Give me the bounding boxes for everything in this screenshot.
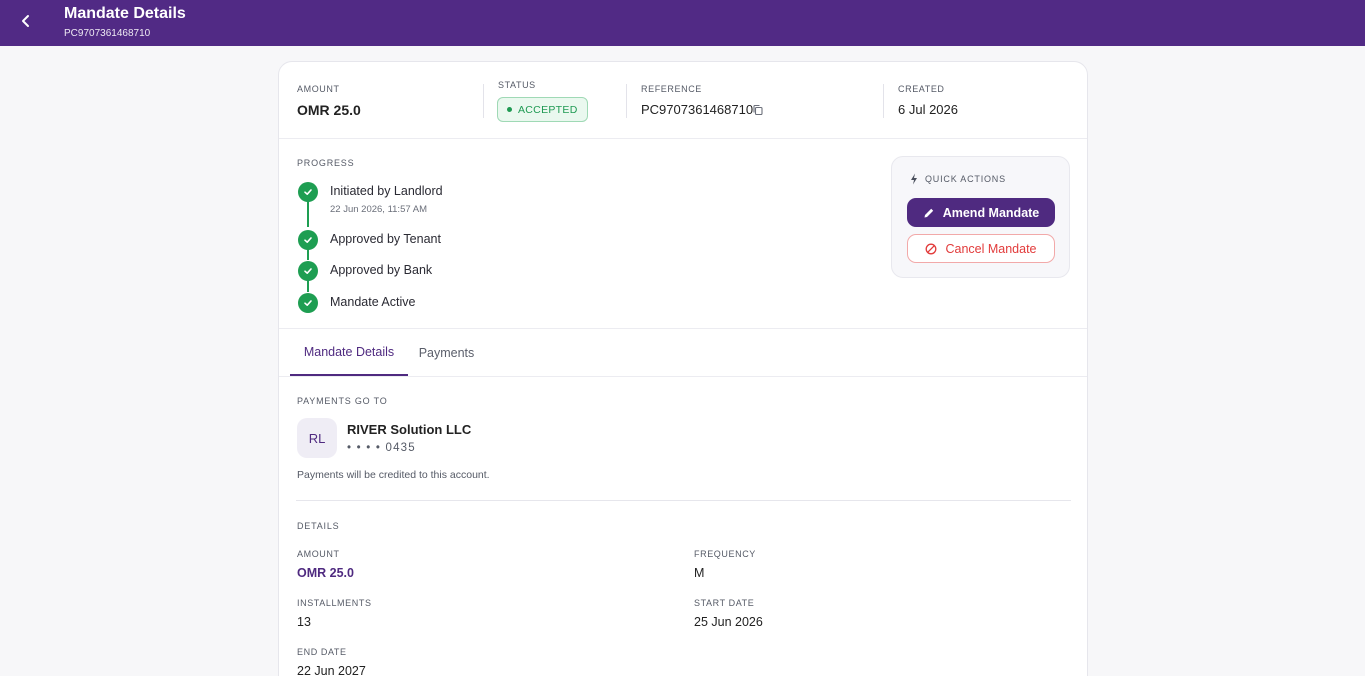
cancel-mandate-label: Cancel Mandate <box>945 241 1037 256</box>
check-circle-icon <box>298 261 318 281</box>
payee-account: • • • • 0435 <box>347 442 416 454</box>
detail-frequency-value: M <box>694 566 705 580</box>
detail-start-date-label: START DATE <box>694 598 755 608</box>
check-circle-icon <box>298 182 318 202</box>
details-label: DETAILS <box>297 521 340 531</box>
tab-mandate-details[interactable]: Mandate Details <box>290 329 408 376</box>
detail-end-date-value: 22 Jun 2027 <box>297 664 366 676</box>
payments-go-to-label: PAYMENTS GO TO <box>297 396 388 406</box>
step-time: 22 Jun 2026, 11:57 AM <box>330 204 428 215</box>
payee-name: RIVER Solution LLC <box>347 422 472 437</box>
check-circle-icon <box>298 230 318 250</box>
step-label: Approved by Bank <box>330 263 433 277</box>
created-label: CREATED <box>898 84 945 94</box>
amount-label: AMOUNT <box>297 84 340 94</box>
status-badge-text: ACCEPTED <box>518 103 578 116</box>
cancel-mandate-button[interactable]: Cancel Mandate <box>907 234 1055 263</box>
detail-end-date-label: END DATE <box>297 647 347 657</box>
amend-mandate-button[interactable]: Amend Mandate <box>907 198 1055 227</box>
ban-icon <box>926 243 937 254</box>
step-label: Initiated by Landlord <box>330 184 443 198</box>
divider <box>883 84 884 118</box>
step-connector <box>307 249 309 260</box>
quick-actions-panel: QUICK ACTIONS Amend Mandate Cancel Manda… <box>891 156 1070 278</box>
tab-payments[interactable]: Payments <box>412 329 481 376</box>
summary-row: AMOUNT OMR 25.0 STATUS ACCEPTED REFERENC… <box>279 62 1087 139</box>
payee-note: Payments will be credited to this accoun… <box>297 469 490 481</box>
step-label: Approved by Tenant <box>330 232 441 246</box>
copy-icon[interactable] <box>752 104 764 116</box>
detail-frequency-label: FREQUENCY <box>694 549 756 559</box>
step-label: Mandate Active <box>330 295 416 309</box>
quick-actions-title: QUICK ACTIONS <box>925 174 1006 184</box>
detail-amount-label: AMOUNT <box>297 549 340 559</box>
detail-installments-label: INSTALLMENTS <box>297 598 372 608</box>
divider <box>626 84 627 118</box>
progress-section: PROGRESS Initiated by Landlord 22 Jun 20… <box>279 140 1087 329</box>
app-header: Mandate Details PC9707361468710 <box>0 0 1365 46</box>
detail-installments-value: 13 <box>297 615 311 629</box>
page-subtitle: PC9707361468710 <box>64 28 151 39</box>
tab-bar: Mandate Details Payments <box>279 329 1087 377</box>
reference-value: PC9707361468710 <box>641 102 754 117</box>
divider <box>296 500 1071 501</box>
status-badge: ACCEPTED <box>497 97 588 122</box>
created-value: 6 Jul 2026 <box>898 102 958 117</box>
detail-amount-value: OMR 25.0 <box>297 566 354 580</box>
status-dot-icon <box>507 107 512 112</box>
step-connector <box>307 280 309 292</box>
divider <box>483 84 484 118</box>
pencil-icon <box>924 208 933 217</box>
step-connector <box>307 201 309 227</box>
bolt-icon <box>911 173 917 185</box>
status-label: STATUS <box>498 80 536 90</box>
back-button[interactable] <box>14 9 38 33</box>
avatar: RL <box>297 418 337 458</box>
chevron-left-icon <box>22 15 29 27</box>
mandate-card: AMOUNT OMR 25.0 STATUS ACCEPTED REFERENC… <box>278 61 1088 676</box>
amend-mandate-label: Amend Mandate <box>942 205 1040 220</box>
amount-value: OMR 25.0 <box>297 102 361 118</box>
reference-label: REFERENCE <box>641 84 702 94</box>
detail-start-date-value: 25 Jun 2026 <box>694 615 763 629</box>
check-circle-icon <box>298 293 318 313</box>
page-title: Mandate Details <box>64 5 186 22</box>
progress-label: PROGRESS <box>297 158 355 168</box>
